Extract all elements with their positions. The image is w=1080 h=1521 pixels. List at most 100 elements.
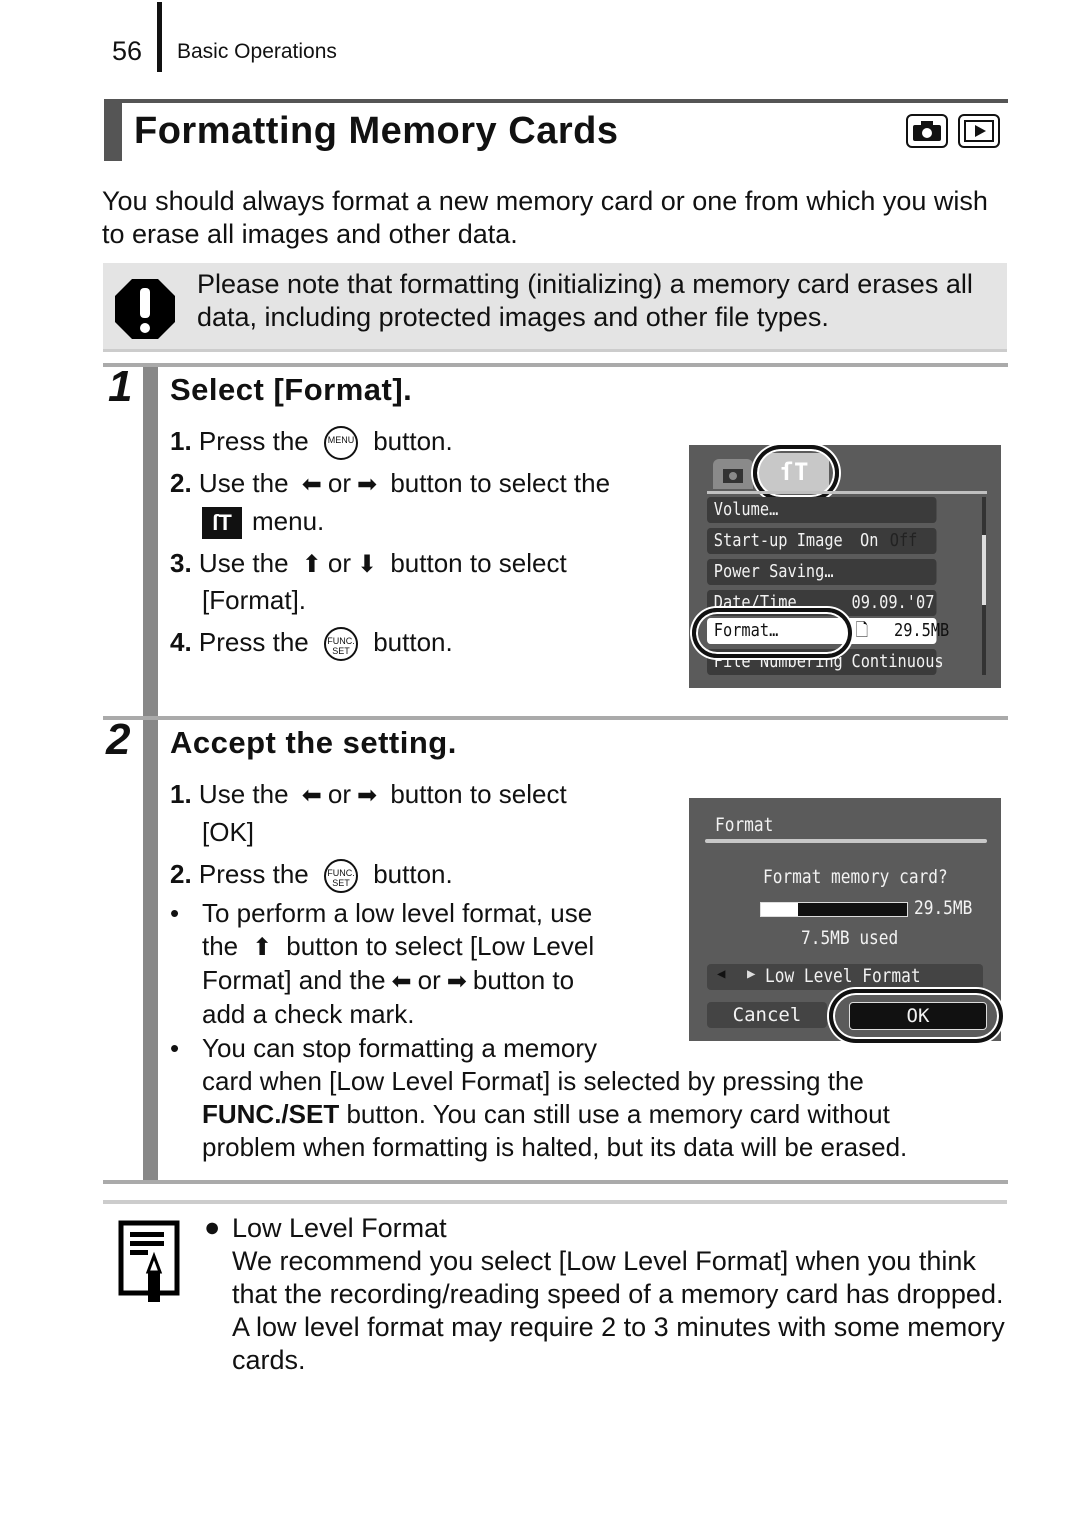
low-level-format-option: ◀ ▶ Low Level Format bbox=[707, 964, 983, 990]
setup-menu-icon: ſT bbox=[202, 507, 242, 540]
bullet-1: • To perform a low level format, use the… bbox=[170, 897, 594, 1031]
step-1-number: 1 bbox=[108, 362, 133, 411]
left-arrow-icon: ⬅ bbox=[391, 968, 412, 995]
step-2-rule bbox=[103, 716, 1008, 720]
caution-icon bbox=[114, 278, 176, 345]
func-label: FUNC. bbox=[327, 636, 355, 647]
camera-menu-screenshot: ſT Volume… Start-up Image On Off Power Sav… bbox=[689, 445, 1001, 688]
capacity-bar-fill bbox=[761, 903, 798, 916]
step-2-item-2: 2. Press the FUNC. SET button. bbox=[170, 855, 453, 894]
highlight-oval bbox=[829, 989, 1003, 1043]
bullet-text: Format] and the bbox=[202, 965, 386, 995]
bullet-text: button. You can still use a memory card … bbox=[339, 1099, 890, 1129]
highlight-oval bbox=[692, 608, 852, 658]
menu-row-startup: Start-up Image On Off bbox=[707, 528, 937, 554]
row-label: Volume… bbox=[713, 499, 779, 520]
bullet-text: the bbox=[202, 931, 239, 961]
row-value-on: On bbox=[860, 530, 879, 551]
step-2-number: 2 bbox=[106, 715, 131, 764]
item-text: Use the bbox=[198, 468, 289, 498]
item-text: or bbox=[327, 468, 351, 498]
right-arrow-icon: ➡ bbox=[357, 471, 378, 498]
item-text: button. bbox=[373, 426, 453, 456]
menu-button-label: MENU bbox=[327, 435, 355, 446]
bullet-text-line: Format] and the ⬅ or ➡ button to bbox=[202, 964, 594, 998]
note-content: Low Level Format We recommend you select… bbox=[232, 1212, 1012, 1377]
checkbox-right-icon: ▶ bbox=[747, 966, 756, 982]
bullet-text: button to select [Low Level bbox=[286, 931, 595, 961]
menu-button-icon: MENU bbox=[323, 426, 358, 461]
row-value-off: Off bbox=[889, 530, 918, 551]
camera-icon bbox=[906, 114, 948, 148]
memo-icon bbox=[118, 1220, 180, 1307]
step-1-item-2: 2. Use the ⬅ or ➡ button to select the bbox=[170, 464, 610, 504]
bullet-text: card when [Low Level Format] is selected… bbox=[202, 1066, 864, 1096]
bullet-text: or bbox=[417, 965, 441, 995]
item-text: button to select bbox=[390, 779, 567, 809]
step-1-title: Select [Format]. bbox=[170, 372, 413, 407]
func-set-button-icon: FUNC. SET bbox=[323, 859, 358, 894]
menu-row-volume: Volume… bbox=[707, 497, 937, 523]
left-arrow-icon: ⬅ bbox=[301, 782, 322, 809]
dialog-question: Format memory card? bbox=[763, 866, 948, 888]
bullet-text: problem when formatting is halted, but i… bbox=[202, 1132, 908, 1162]
item-number: 2. bbox=[170, 468, 192, 498]
step-1-item-1: 1. Press the MENU button. bbox=[170, 422, 453, 461]
item-text: button to select bbox=[390, 548, 567, 578]
item-number: 2. bbox=[170, 859, 192, 889]
item-number: 4. bbox=[170, 627, 192, 657]
item-text: button to select the bbox=[390, 468, 611, 498]
up-arrow-icon: ⬆ bbox=[301, 551, 322, 578]
step-1-item-3-cont: [Format]. bbox=[202, 585, 307, 615]
row-value: Continuous bbox=[851, 651, 944, 672]
playback-icon bbox=[958, 114, 1000, 148]
note-rule bbox=[103, 1200, 1007, 1204]
menu-row-power: Power Saving… bbox=[707, 559, 937, 585]
option-label: Low Level Format bbox=[765, 965, 921, 987]
item-text: Press the bbox=[198, 859, 309, 889]
row-label: Power Saving… bbox=[713, 561, 834, 582]
row-label: Start-up Image bbox=[713, 530, 843, 551]
item-text: button. bbox=[373, 859, 453, 889]
bullet-text: button to bbox=[472, 965, 575, 995]
steps-end-rule bbox=[103, 1180, 1008, 1184]
dialog-title-rule bbox=[705, 839, 987, 843]
note-text: We recommend you select [Low Level Forma… bbox=[232, 1246, 1005, 1375]
bullet-dot: • bbox=[170, 898, 180, 928]
section-name: Basic Operations bbox=[177, 40, 337, 63]
left-arrow-icon: ⬅ bbox=[301, 471, 322, 498]
func-set-label: FUNC./SET bbox=[202, 1099, 340, 1129]
item-number: 1. bbox=[170, 779, 192, 809]
right-arrow-icon: ➡ bbox=[357, 782, 378, 809]
step-2-item-1: 1. Use the ⬅ or ➡ button to select bbox=[170, 775, 567, 815]
caution-text: Please note that formatting (initializin… bbox=[197, 269, 973, 332]
tab-underline bbox=[707, 491, 987, 494]
title-marker bbox=[104, 99, 122, 161]
item-text: or bbox=[327, 779, 351, 809]
step-1-item-2-cont: ſT menu. bbox=[202, 502, 324, 540]
step-2-title: Accept the setting. bbox=[170, 725, 457, 760]
bullet-text-line: FUNC./SET button. You can still use a me… bbox=[202, 1098, 907, 1131]
up-arrow-icon: ⬆ bbox=[252, 934, 273, 961]
step-rail bbox=[143, 367, 158, 1182]
item-text: Press the bbox=[198, 426, 309, 456]
title-rule bbox=[104, 99, 1008, 103]
bullet-text-line: the ⬆ button to select [Low Level bbox=[202, 930, 594, 964]
row-value: 29.5MB bbox=[894, 620, 950, 641]
capacity-bar bbox=[760, 902, 908, 917]
used-value: 7.5MB used bbox=[801, 927, 899, 949]
item-text: menu. bbox=[252, 506, 325, 536]
item-text: Use the bbox=[198, 779, 289, 809]
capacity-value: 29.5MB bbox=[914, 897, 973, 919]
item-text: or bbox=[327, 548, 351, 578]
page-title: Formatting Memory Cards bbox=[134, 110, 619, 152]
note-bullet-icon: ● bbox=[204, 1212, 221, 1242]
checkbox-left-icon: ◀ bbox=[717, 966, 726, 982]
camera-tab bbox=[713, 459, 753, 489]
item-number: 1. bbox=[170, 426, 192, 456]
bullet-text: To perform a low level format, use bbox=[202, 898, 593, 928]
item-number: 3. bbox=[170, 548, 192, 578]
item-text: Press the bbox=[198, 627, 309, 657]
step-1-item-4: 4. Press the FUNC. SET button. bbox=[170, 623, 453, 662]
set-label: SET bbox=[332, 878, 350, 889]
